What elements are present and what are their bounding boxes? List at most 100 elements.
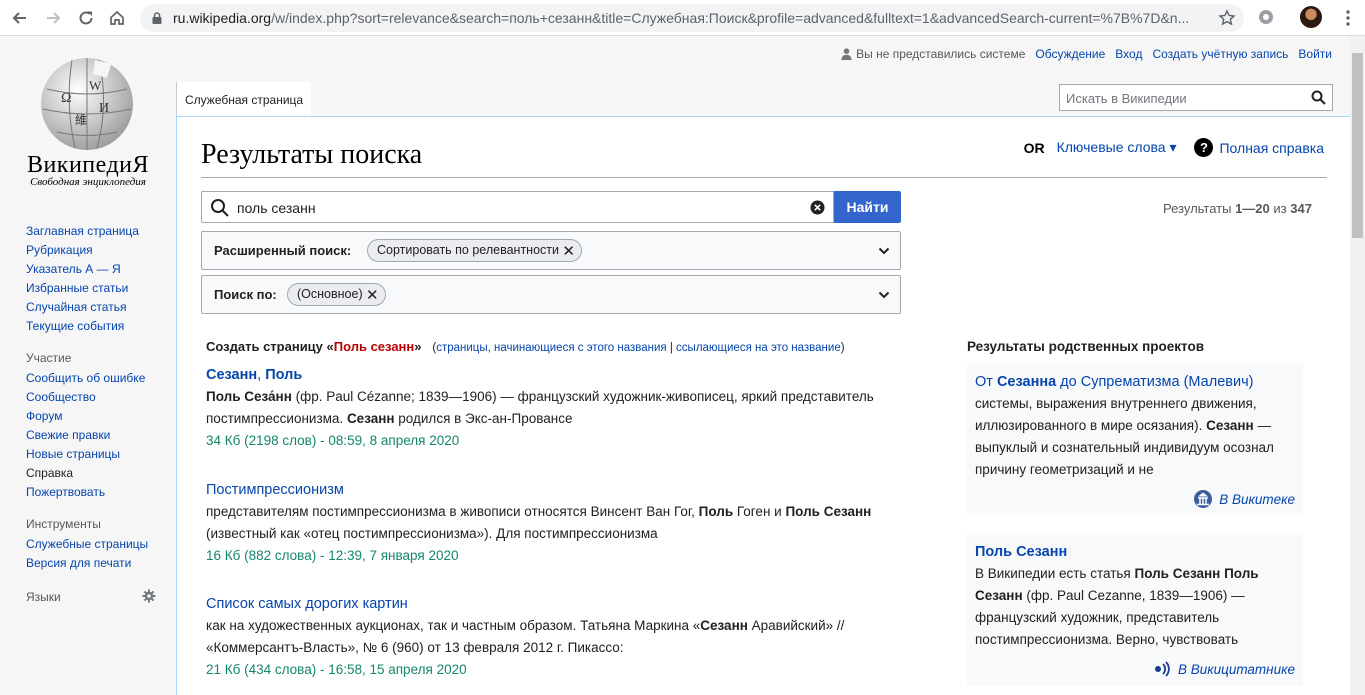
sidebar-link-index[interactable]: Указатель А — Я	[26, 260, 166, 279]
search-result: Постимпрессионизм представителям постимп…	[206, 480, 886, 567]
chevron-down-icon[interactable]	[878, 289, 890, 301]
advanced-search-label: Расширенный поиск:	[214, 243, 352, 258]
header-search-input[interactable]: Искать в Википедии	[1059, 84, 1333, 111]
sister-result-title[interactable]: Поль Сезанн	[975, 540, 1295, 564]
result-title-link[interactable]: Список самых дорогих картин	[206, 594, 886, 614]
search-result: Сезанн, Поль Поль Сеза́нн (фр. Paul Céza…	[206, 365, 886, 452]
namespace-chip[interactable]: (Основное) ✕	[287, 283, 386, 306]
sidebar-link-community[interactable]: Сообщество	[26, 388, 166, 407]
keywords-dropdown[interactable]: Ключевые слова ▾	[1057, 139, 1177, 156]
wikisource-link[interactable]: В Викитеке	[1193, 489, 1295, 509]
home-icon[interactable]	[106, 7, 128, 29]
results-count: Результаты 1—20 из 347	[1163, 201, 1312, 216]
search-in-panel[interactable]: Поиск по: (Основное) ✕	[201, 275, 901, 314]
clear-icon[interactable]	[810, 200, 825, 215]
sidebar-link-special-pages[interactable]: Служебные страницы	[26, 535, 166, 554]
forward-arrow-icon[interactable]	[42, 7, 64, 29]
sidebar: Заглавная страница Рубрикация Указатель …	[26, 222, 166, 608]
sister-result-wikiquote: Поль Сезанн В Википедии есть статья Поль…	[967, 533, 1303, 686]
personal-tools: Вы не представились системе Обсуждение В…	[841, 47, 1332, 61]
sidebar-link-help[interactable]: Справка	[26, 464, 166, 483]
sort-relevance-chip[interactable]: Сортировать по релевантности ✕	[367, 239, 582, 262]
more-menu-icon[interactable]	[1338, 8, 1358, 28]
help-icon[interactable]: ?	[1194, 138, 1214, 157]
lock-icon	[152, 12, 162, 24]
tagline: Свободная энциклопедия	[30, 176, 146, 188]
search-icon[interactable]	[1311, 90, 1326, 105]
result-snippet: Поль Сеза́нн (фр. Paul Cézanne; 1839—190…	[206, 389, 874, 426]
url-text: ru.wikipedia.org/w/index.php?sort=releva…	[173, 10, 1190, 26]
chevron-down-icon[interactable]	[878, 245, 890, 257]
address-bar[interactable]: ru.wikipedia.org/w/index.php?sort=releva…	[140, 4, 1244, 32]
title-divider	[201, 177, 1327, 178]
sidebar-link-current-events[interactable]: Текущие события	[26, 317, 166, 336]
reload-icon[interactable]	[75, 7, 97, 29]
sister-result-wikisource: От Сезанна до Супрематизма (Малевич) сис…	[967, 363, 1303, 515]
page-scrollbar[interactable]	[1350, 36, 1365, 695]
portal-heading-tools: Инструменты	[26, 517, 101, 531]
sidebar-link-recent-changes[interactable]: Свежие правки	[26, 426, 166, 445]
result-title-link[interactable]: Сезанн, Поль	[206, 365, 886, 385]
remove-chip-icon[interactable]: ✕	[366, 286, 379, 304]
or-indicator: OR	[1023, 139, 1045, 156]
advanced-search-panel[interactable]: Расширенный поиск: Сортировать по релева…	[201, 231, 901, 270]
sister-result-snippet: В Википедии есть статья Поль Сезанн Поль…	[975, 566, 1259, 647]
user-icon	[841, 48, 852, 60]
prefix-search-link[interactable]: страницы, начинающиеся с этого названия	[436, 342, 666, 354]
result-meta: 16 Кб (882 слова) - 12:39, 7 января 2020	[206, 548, 459, 563]
namespace-chip-label: (Основное)	[297, 287, 363, 301]
sister-projects-heading: Результаты родственных проектов	[967, 339, 1205, 354]
wikiquote-icon	[1154, 661, 1170, 677]
content-area: Результаты поиска OR Ключевые слова ▾ ? …	[176, 116, 1350, 695]
sidebar-link-print-version[interactable]: Версия для печати	[26, 554, 166, 573]
extension-icon[interactable]	[1257, 8, 1275, 26]
scrollbar-thumb[interactable]	[1352, 53, 1363, 238]
remove-chip-icon[interactable]: ✕	[562, 242, 575, 260]
create-account-link[interactable]: Создать учётную запись	[1152, 47, 1288, 61]
wikisource-icon	[1194, 490, 1213, 508]
sidebar-link-donate[interactable]: Пожертвовать	[26, 483, 166, 502]
back-arrow-icon[interactable]	[9, 7, 31, 29]
page-title: Результаты поиска	[201, 139, 423, 170]
sidebar-link-featured[interactable]: Избранные статьи	[26, 279, 166, 298]
portal-heading-participation: Участие	[26, 351, 72, 365]
login-link[interactable]: Войти	[1298, 47, 1332, 61]
sidebar-link-random[interactable]: Случайная статья	[26, 298, 166, 317]
sister-result-title[interactable]: От Сезанна до Супрематизма (Малевич)	[975, 370, 1295, 394]
result-meta: 34 Кб (2198 слов) - 08:59, 8 апреля 2020	[206, 433, 460, 448]
tab-special-page[interactable]: Служебная страница	[176, 82, 312, 116]
wiki-logo[interactable]: Ω W И 維 ВикипедиЯ Свободная энциклопедия	[0, 36, 176, 196]
sidebar-link-main-page[interactable]: Заглавная страница	[26, 222, 166, 241]
sidebar-link-categories[interactable]: Рубрикация	[26, 241, 166, 260]
bookmark-star-icon[interactable]	[1218, 9, 1236, 27]
svg-text:維: 維	[75, 113, 87, 127]
svg-text:Ω: Ω	[61, 91, 71, 106]
result-title-link[interactable]: Постимпрессионизм	[206, 480, 886, 500]
browser-toolbar: ru.wikipedia.org/w/index.php?sort=releva…	[0, 0, 1365, 36]
sidebar-link-new-pages[interactable]: Новые страницы	[26, 445, 166, 464]
portal-heading-languages: Языки	[26, 589, 166, 605]
gear-icon[interactable]	[142, 589, 156, 603]
search-input[interactable]: поль сезанн	[201, 191, 834, 223]
languages-label: Языки	[26, 590, 61, 604]
result-snippet: как на художественных аукционах, так и ч…	[206, 618, 845, 655]
sidebar-link-forum[interactable]: Форум	[26, 407, 166, 426]
sister-result-snippet: системы, выражения внутреннего движения,…	[975, 396, 1274, 477]
sort-chip-label: Сортировать по релевантности	[377, 243, 559, 257]
talk-link[interactable]: Обсуждение	[1035, 47, 1105, 61]
what-links-here-link[interactable]: ссылающиеся на это название	[676, 342, 841, 354]
svg-text:И: И	[99, 101, 109, 116]
wikiquote-link[interactable]: В Викицитатнике	[1152, 659, 1295, 679]
create-page-notice: Создать страницу «Поль сезанн» (страницы…	[206, 339, 845, 354]
profile-avatar[interactable]	[1300, 6, 1322, 28]
anon-user-label: Вы не представились системе	[856, 47, 1026, 61]
result-meta: 21 Кб (434 слова) - 16:58, 15 апреля 202…	[206, 662, 467, 677]
contributions-login-link[interactable]: Вход	[1115, 47, 1142, 61]
search-result: Список самых дорогих картин как на худож…	[206, 594, 886, 681]
anon-user-status: Вы не представились системе	[841, 47, 1025, 61]
header-search-placeholder: Искать в Википедии	[1066, 91, 1187, 106]
full-help-link[interactable]: Полная справка	[1219, 140, 1324, 156]
search-submit-button[interactable]: Найти	[834, 191, 901, 223]
sidebar-link-report-error[interactable]: Сообщить об ошибке	[26, 369, 166, 388]
create-page-link[interactable]: Поль сезанн	[334, 339, 415, 354]
